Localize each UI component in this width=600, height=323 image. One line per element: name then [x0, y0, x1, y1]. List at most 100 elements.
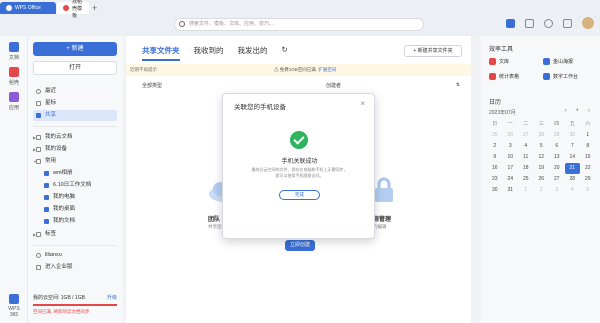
tab-sent[interactable]: 我发出的	[238, 45, 268, 61]
calendar-day[interactable]: 5	[580, 185, 596, 196]
calendar-day[interactable]: 13	[549, 152, 565, 163]
calendar-day[interactable]: 26	[503, 130, 519, 141]
calendar-day[interactable]: 27	[518, 130, 534, 141]
calendar-day[interactable]: 18	[518, 163, 534, 174]
join-enterprise[interactable]: 进入企业版	[33, 262, 117, 273]
calendar-day[interactable]: 14	[565, 152, 581, 163]
calendar-day[interactable]: 31	[503, 185, 519, 196]
calendar-day[interactable]: 2	[534, 185, 550, 196]
tool-stat-table[interactable]: 统计表格	[489, 73, 519, 80]
refresh-icon[interactable]: ↻	[282, 45, 288, 61]
calendar-day[interactable]: 4	[565, 185, 581, 196]
tool-library[interactable]: 文库	[489, 58, 509, 65]
user-account[interactable]: lilianxu	[33, 250, 117, 261]
rail-item-apps[interactable]: 应用	[4, 92, 24, 111]
sync-icon[interactable]	[544, 18, 553, 28]
table-icon	[489, 73, 496, 80]
calendar-day[interactable]: 15	[580, 152, 596, 163]
tab-wps-office[interactable]: WPS Office	[0, 2, 56, 14]
tab-received[interactable]: 我收到的	[194, 45, 224, 61]
tool-workbench[interactable]: 数字工作台	[543, 73, 578, 80]
calendar-day[interactable]: 21	[564, 163, 580, 174]
calendar-day[interactable]: 29	[549, 130, 565, 141]
tab-template[interactable]: 找稻壳模板	[57, 0, 89, 19]
weekday-label: 六	[585, 121, 591, 127]
rail-item-docs[interactable]: 文档	[4, 42, 24, 61]
calendar-day[interactable]: 27	[549, 174, 565, 185]
calendar-day[interactable]: 29	[580, 174, 596, 185]
poster-icon	[543, 58, 550, 65]
new-tab-button[interactable]: +	[92, 3, 97, 13]
tree-favorites[interactable]: ▼ 常用	[33, 156, 117, 167]
calendar-day[interactable]: 20	[549, 163, 565, 174]
open-button[interactable]: 打开	[33, 61, 117, 75]
close-icon[interactable]: ×	[360, 99, 365, 108]
calendar-day[interactable]: 30	[565, 130, 581, 141]
tool-label: 统计表格	[499, 74, 520, 80]
calendar-day[interactable]: 25	[518, 174, 534, 185]
new-button[interactable]: + 新建	[33, 42, 117, 56]
calendar-day[interactable]: 1	[518, 185, 534, 196]
new-shared-folder-button[interactable]: + 新建共享文件夹	[404, 45, 462, 57]
tree-my-cloud[interactable]: ▶ 我的云文档	[33, 132, 117, 143]
calendar-day[interactable]: 8	[580, 141, 596, 152]
calendar-day[interactable]: 24	[503, 174, 519, 185]
calendar-day[interactable]: 30	[487, 185, 503, 196]
calendar-nav[interactable]: ‹ • ›	[565, 108, 594, 114]
tree-item-desktop[interactable]: 我的桌面	[33, 204, 117, 215]
type-filter[interactable]: 全部类型	[142, 83, 162, 89]
calendar-day[interactable]: 4	[518, 141, 534, 152]
avatar[interactable]	[582, 17, 594, 29]
calendar-day[interactable]: 12	[534, 152, 550, 163]
done-button[interactable]: 完成	[279, 190, 320, 200]
owner-filter[interactable]: 创建者	[326, 82, 341, 89]
weekday-label: 日	[492, 121, 498, 127]
filter-icon[interactable]: ⇅	[456, 82, 460, 88]
tree-label: 我的电脑	[53, 194, 76, 200]
list-icon[interactable]	[525, 18, 534, 28]
nav-shared[interactable]: 共享	[33, 110, 117, 121]
dismiss-notice[interactable]: 近期不再提示	[130, 64, 157, 76]
rail-item-wps365[interactable]: WPS 365	[4, 294, 24, 318]
create-now-button[interactable]: 立即创建	[285, 240, 315, 251]
nav-recent[interactable]: 最近	[33, 86, 117, 97]
tree-item-album[interactable]: wm相册	[33, 168, 117, 179]
calendar-day[interactable]: 3	[503, 141, 519, 152]
calendar-day[interactable]: 25	[487, 130, 503, 141]
calendar-day[interactable]: 5	[534, 141, 550, 152]
calendar-day[interactable]: 9	[487, 152, 503, 163]
rail-item-docer[interactable]: 稻壳	[4, 67, 24, 86]
calendar-day[interactable]: 22	[580, 163, 596, 174]
calendar-day[interactable]: 28	[534, 130, 550, 141]
tree-item-my-documents[interactable]: 我的文档	[33, 216, 117, 227]
calendar-month[interactable]: 2023年07月	[489, 109, 516, 116]
tab-shared-folders[interactable]: 共享文件夹	[142, 45, 180, 61]
settings-icon[interactable]	[563, 18, 572, 28]
tree-item-work-docs[interactable]: 6.10日工作文档	[33, 180, 117, 191]
nav-starred[interactable]: 星标	[33, 98, 117, 109]
calendar-day[interactable]: 19	[534, 163, 550, 174]
upgrade-link[interactable]: 升级	[107, 294, 117, 301]
tree-tags[interactable]: ▶ 标签	[33, 229, 117, 240]
calendar-day[interactable]: 23	[487, 174, 503, 185]
tree-item-my-computer[interactable]: 我的电脑	[33, 192, 117, 203]
calendar-day[interactable]: 11	[518, 152, 534, 163]
calendar-day[interactable]: 1	[580, 130, 596, 141]
calendar-day[interactable]: 17	[503, 163, 519, 174]
tree-my-devices[interactable]: ▶ 我的设备	[33, 144, 117, 155]
expand-space-link[interactable]: 扩展空间	[318, 67, 336, 72]
calendar-day[interactable]: 7	[565, 141, 581, 152]
calendar-day[interactable]: 3	[549, 185, 565, 196]
tool-poster[interactable]: 金山海报	[543, 58, 573, 65]
calendar-day[interactable]: 26	[534, 174, 550, 185]
search-input[interactable]: 搜索文件、模板、文库、应用、技巧...	[174, 18, 424, 31]
device-icon	[36, 147, 41, 152]
calendar-day[interactable]: 16	[487, 163, 503, 174]
top-toolbar	[506, 17, 594, 29]
grid-view-icon[interactable]	[506, 18, 515, 28]
calendar-day[interactable]: 6	[549, 141, 565, 152]
calendar-day[interactable]: 10	[503, 152, 519, 163]
calendar-day[interactable]: 28	[565, 174, 581, 185]
dialog-heading: 手机关联成功	[281, 159, 318, 165]
calendar-day[interactable]: 2	[487, 141, 503, 152]
